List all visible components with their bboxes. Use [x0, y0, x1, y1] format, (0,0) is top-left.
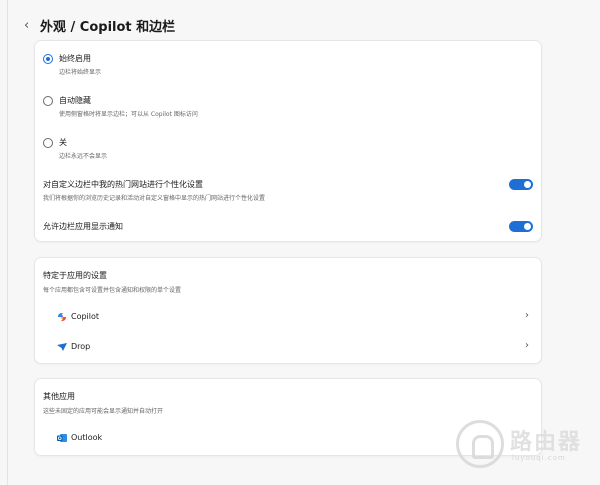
app-name: Drop [71, 342, 91, 351]
app-settings-description: 每个应用都包含可设置并包含通知和权限的单个设置 [43, 287, 182, 294]
router-logo-icon [456, 420, 504, 468]
page-header: ‹ 外观 / Copilot 和边栏 [24, 14, 175, 36]
drop-icon [57, 343, 67, 351]
chevron-right-icon: › [525, 340, 529, 351]
personalize-label: 对自定义边栏中我的热门网站进行个性化设置 [43, 180, 203, 189]
app-name: Outlook [71, 433, 103, 442]
radio-off[interactable] [43, 138, 53, 148]
other-apps-title: 其他应用 [43, 392, 75, 401]
personalize-toggle[interactable] [509, 179, 533, 190]
option-description: 使用侧窗格时将显示边栏；可以从 Copilot 图标访问 [59, 111, 198, 118]
watermark-logo: 路由器 luyouqi.com [456, 420, 594, 472]
notifications-label: 允许边栏应用显示通知 [43, 222, 123, 231]
app-settings-title: 特定于应用的设置 [43, 271, 107, 280]
watermark-subtext: luyouqi.com [512, 454, 566, 462]
copilot-icon [58, 313, 66, 321]
personalize-description: 我们将根据你的浏览历史记录和活动对自定义窗格中显示的热门网站进行个性化设置 [43, 195, 266, 202]
page-title: 外观 / Copilot 和边栏 [40, 19, 176, 35]
app-row-drop[interactable]: Drop › [57, 340, 533, 354]
app-name: Copilot [71, 312, 100, 321]
sidebar-options-card: 始终启用 边栏将始终显示 自动隐藏 使用侧窗格时将显示边栏；可以从 Copilo… [34, 40, 542, 242]
option-label: 自动隐藏 [59, 96, 91, 105]
chevron-right-icon: › [525, 310, 529, 321]
other-apps-description: 这些未固定的应用可能会显示通知并自动打开 [43, 408, 164, 415]
option-label: 关 [59, 138, 67, 147]
left-divider [7, 0, 8, 485]
notifications-toggle[interactable] [509, 221, 533, 232]
option-description: 边栏永远不会显示 [59, 153, 108, 160]
option-label: 始终启用 [59, 54, 91, 63]
chevron-left-icon[interactable]: ‹ [24, 18, 38, 33]
radio-always-on[interactable] [43, 54, 53, 64]
option-description: 边栏将始终显示 [59, 69, 102, 76]
app-settings-card: 特定于应用的设置 每个应用都包含可设置并包含通知和权限的单个设置 Copilot… [34, 257, 542, 364]
app-row-copilot[interactable]: Copilot › [57, 310, 533, 324]
outlook-icon [57, 434, 67, 442]
radio-auto-hide[interactable] [43, 96, 53, 106]
watermark-text: 路由器 [510, 430, 583, 455]
